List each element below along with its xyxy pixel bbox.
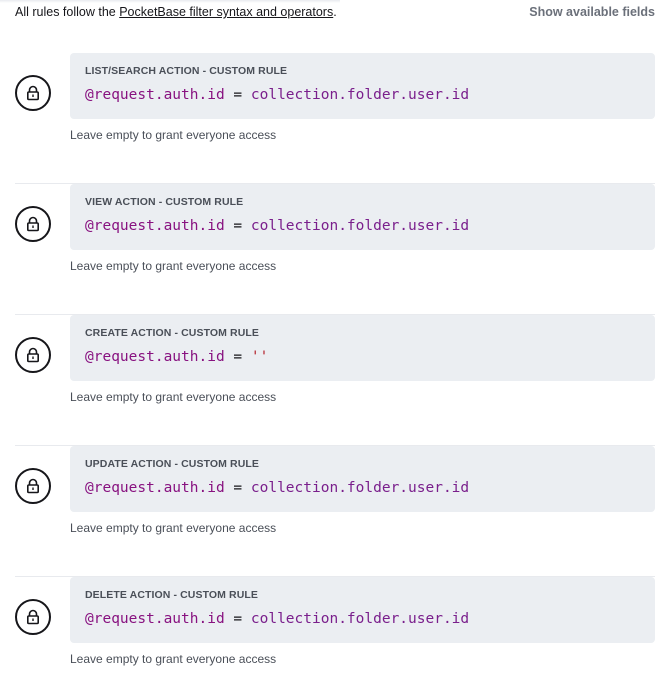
rule-view: VIEW ACTION - CUSTOM RULE @request.auth.… <box>15 184 655 315</box>
rule-rhs: collection.folder.user.id <box>250 87 470 103</box>
rule-label: UPDATE ACTION - CUSTOM RULE <box>85 458 260 470</box>
rule-hint: Leave empty to grant everyone access <box>70 521 277 535</box>
rule-code[interactable]: @request.auth.id = collection.folder.use… <box>85 611 469 627</box>
rule-delete: DELETE ACTION - CUSTOM RULE @request.aut… <box>15 577 655 689</box>
filter-syntax-link[interactable]: PocketBase filter syntax and operators <box>119 5 333 19</box>
rule-hint: Leave empty to grant everyone access <box>70 259 277 273</box>
rule-code[interactable]: @request.auth.id = collection.folder.use… <box>85 87 469 103</box>
lock-icon <box>26 347 39 363</box>
intro-suffix: . <box>333 5 337 19</box>
rule-lhs: @request.auth.id <box>85 611 225 627</box>
rule-rhs: collection.folder.user.id <box>250 480 470 496</box>
lock-icon <box>26 216 39 232</box>
rule-update: UPDATE ACTION - CUSTOM RULE @request.aut… <box>15 446 655 577</box>
rule-editor[interactable]: LIST/SEARCH ACTION - CUSTOM RULE @reques… <box>70 53 655 119</box>
show-available-fields-button[interactable]: Show available fields <box>529 5 655 19</box>
rule-lhs: @request.auth.id <box>85 349 225 365</box>
rule-operator: = <box>224 87 251 103</box>
rule-rhs: '' <box>250 349 269 365</box>
rule-editor[interactable]: DELETE ACTION - CUSTOM RULE @request.aut… <box>70 577 655 643</box>
rule-list-search: LIST/SEARCH ACTION - CUSTOM RULE @reques… <box>15 53 655 184</box>
rule-operator: = <box>224 480 251 496</box>
rule-label: CREATE ACTION - CUSTOM RULE <box>85 327 260 339</box>
rule-lhs: @request.auth.id <box>85 87 225 103</box>
rule-create: CREATE ACTION - CUSTOM RULE @request.aut… <box>15 315 655 446</box>
lock-toggle-button[interactable] <box>15 337 51 373</box>
rule-operator: = <box>224 218 251 234</box>
lock-toggle-button[interactable] <box>15 75 51 111</box>
rule-code[interactable]: @request.auth.id = '' <box>85 349 268 365</box>
rule-hint: Leave empty to grant everyone access <box>70 652 277 666</box>
rule-code[interactable]: @request.auth.id = collection.folder.use… <box>85 218 469 234</box>
rule-hint: Leave empty to grant everyone access <box>70 128 277 142</box>
rule-lhs: @request.auth.id <box>85 218 225 234</box>
lock-toggle-button[interactable] <box>15 468 51 504</box>
rules-intro: All rules follow the PocketBase filter s… <box>15 5 337 19</box>
lock-icon <box>26 85 39 101</box>
rule-lhs: @request.auth.id <box>85 480 225 496</box>
rule-label: LIST/SEARCH ACTION - CUSTOM RULE <box>85 65 288 77</box>
intro-prefix: All rules follow the <box>15 5 120 19</box>
lock-icon <box>26 478 39 494</box>
rule-rhs: collection.folder.user.id <box>250 218 470 234</box>
rule-editor[interactable]: VIEW ACTION - CUSTOM RULE @request.auth.… <box>70 184 655 250</box>
rule-label: VIEW ACTION - CUSTOM RULE <box>85 196 244 208</box>
rule-code[interactable]: @request.auth.id = collection.folder.use… <box>85 480 469 496</box>
lock-icon <box>26 609 39 625</box>
rule-hint: Leave empty to grant everyone access <box>70 390 277 404</box>
rule-operator: = <box>224 349 251 365</box>
lock-toggle-button[interactable] <box>15 206 51 242</box>
rule-editor[interactable]: UPDATE ACTION - CUSTOM RULE @request.aut… <box>70 446 655 512</box>
lock-toggle-button[interactable] <box>15 599 51 635</box>
rule-label: DELETE ACTION - CUSTOM RULE <box>85 589 259 601</box>
rules-header: All rules follow the PocketBase filter s… <box>15 3 655 21</box>
rule-rhs: collection.folder.user.id <box>250 611 470 627</box>
rule-operator: = <box>224 611 251 627</box>
rule-editor[interactable]: CREATE ACTION - CUSTOM RULE @request.aut… <box>70 315 655 381</box>
